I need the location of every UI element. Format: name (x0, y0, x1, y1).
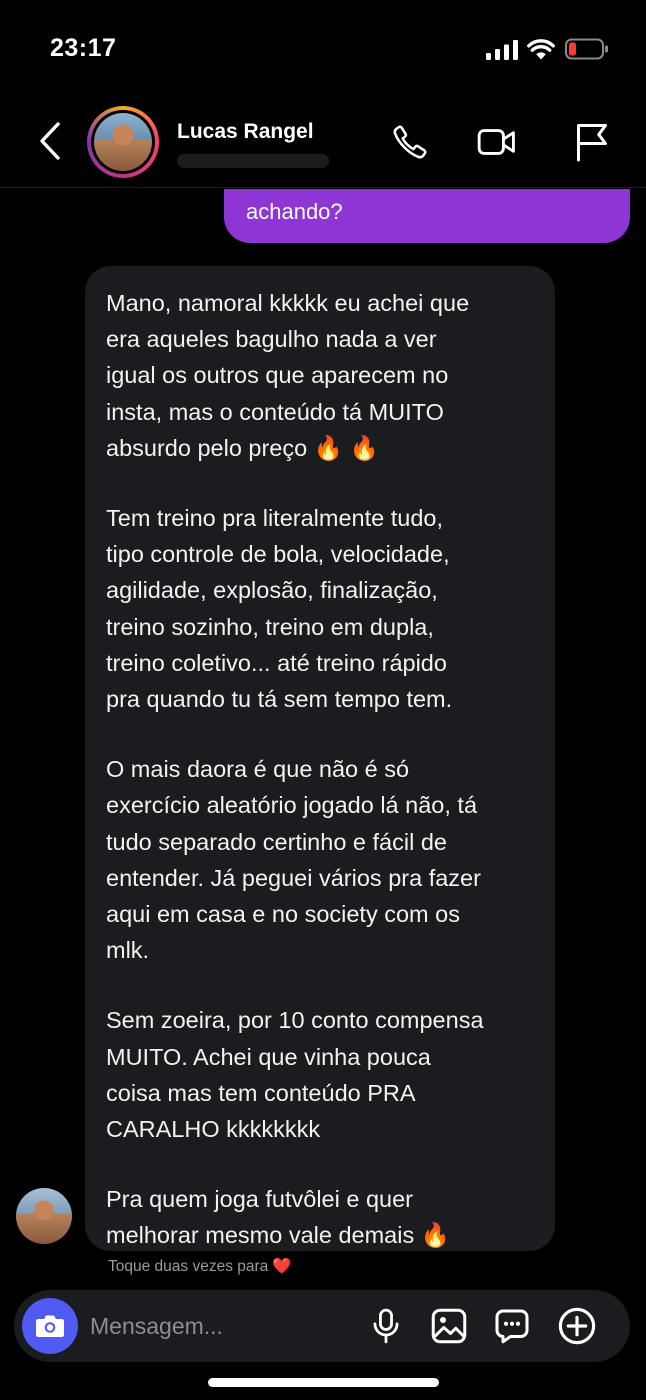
report-button[interactable] (572, 122, 612, 162)
received-message-bubble[interactable]: Mano, namoral kkkkk eu achei que era aqu… (85, 266, 555, 1251)
message-paragraph: Tem treino pra literalmente tudo, tipo c… (106, 505, 453, 713)
back-button[interactable] (30, 118, 70, 164)
video-call-button[interactable] (477, 122, 517, 162)
sent-message-text: achando? (246, 199, 343, 224)
double-tap-hint-text: Toque duas vezes para (108, 1258, 269, 1275)
contact-username-redacted (177, 154, 329, 168)
status-time: 23:17 (50, 34, 117, 62)
message-input[interactable] (90, 1308, 350, 1344)
avatar-photo (94, 113, 152, 171)
wifi-icon (527, 39, 555, 60)
message-paragraph: Sem zoeira, por 10 conto compensa MUITO.… (106, 1007, 484, 1143)
camera-button[interactable] (22, 1298, 78, 1354)
sender-avatar[interactable] (16, 1188, 72, 1244)
sticker-button[interactable] (492, 1306, 532, 1346)
gallery-icon (431, 1308, 467, 1344)
message-paragraph: Pra quem joga futvôlei e quer melhorar m… (106, 1186, 451, 1249)
battery-icon (565, 38, 608, 60)
sent-message-bubble[interactable]: achando? (224, 189, 630, 243)
message-paragraph: O mais daora é que não é só exercício al… (106, 756, 481, 964)
message-thread[interactable]: achando? Mano, namoral kkkkk eu achei qu… (0, 189, 646, 1289)
message-composer (14, 1290, 630, 1362)
video-camera-icon (477, 129, 515, 155)
flag-icon (577, 124, 607, 162)
message-paragraph: Mano, namoral kkkkk eu achei que era aqu… (106, 290, 470, 461)
back-chevron-icon (40, 122, 60, 160)
gallery-button[interactable] (429, 1306, 469, 1346)
more-options-button[interactable] (557, 1306, 597, 1346)
double-tap-hint: Toque duas vezes para ❤️ (108, 1257, 292, 1276)
contact-avatar[interactable] (87, 106, 159, 178)
status-bar: 23:17 (0, 0, 646, 96)
sticker-icon (495, 1309, 529, 1344)
plus-icon (558, 1307, 596, 1345)
phone-icon (393, 125, 427, 159)
home-indicator[interactable] (208, 1378, 439, 1387)
dm-screen: 23:17 Lucas Rangel achando? Mano, namora… (0, 0, 646, 1400)
voice-message-button[interactable] (366, 1306, 406, 1346)
cellular-signal-icon (486, 40, 518, 60)
microphone-icon (373, 1308, 399, 1344)
camera-icon (36, 1315, 64, 1337)
contact-name[interactable]: Lucas Rangel (177, 120, 314, 144)
heart-icon: ❤️ (272, 1258, 292, 1275)
audio-call-button[interactable] (390, 122, 430, 162)
chat-header: Lucas Rangel (0, 96, 646, 188)
